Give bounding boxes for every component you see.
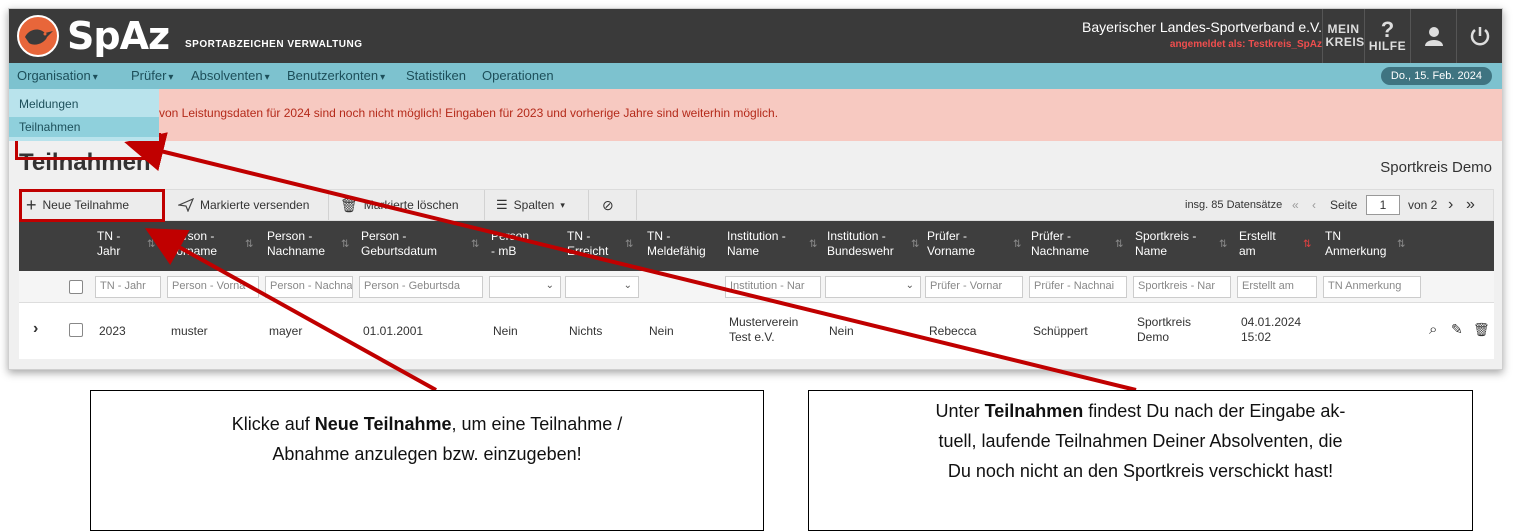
- callout-left-text-2: , um eine Teilnahme /: [451, 414, 623, 434]
- arrow-to-teilnahmen: [124, 132, 1137, 392]
- callout-left-line2: Abnahme anzulegen bzw. einzugeben!: [272, 444, 582, 464]
- callout-right-bold: Teilnahmen: [984, 401, 1084, 421]
- arrow-to-neue-teilnahme: [145, 228, 437, 392]
- dropdown-item-teilnahmen[interactable]: Teilnahmen: [9, 117, 159, 137]
- callout-left-text: Klicke auf: [231, 414, 315, 434]
- callout-right-line3: Du noch nicht an den Sportkreis verschic…: [947, 461, 1334, 481]
- callout-right-text: Unter: [935, 401, 985, 421]
- tutorial-figure: { "app": { "logo_text": "SpAz", "logo_su…: [0, 0, 1515, 531]
- organisation-dropdown: Meldungen Teilnahmen: [9, 89, 159, 141]
- callout-left-bold: Neue Teilnahme: [314, 414, 452, 434]
- callout-right-text-2: findest Du nach der Eingabe ak-: [1083, 401, 1346, 421]
- callout-left: Klicke auf Neue Teilnahme, um eine Teiln…: [90, 390, 764, 531]
- callout-right: Unter Teilnahmen findest Du nach der Ein…: [808, 390, 1473, 531]
- callout-right-line2: tuell, laufende Teilnahmen Deiner Absolv…: [938, 431, 1343, 451]
- dropdown-item-meldungen[interactable]: Meldungen: [19, 97, 78, 111]
